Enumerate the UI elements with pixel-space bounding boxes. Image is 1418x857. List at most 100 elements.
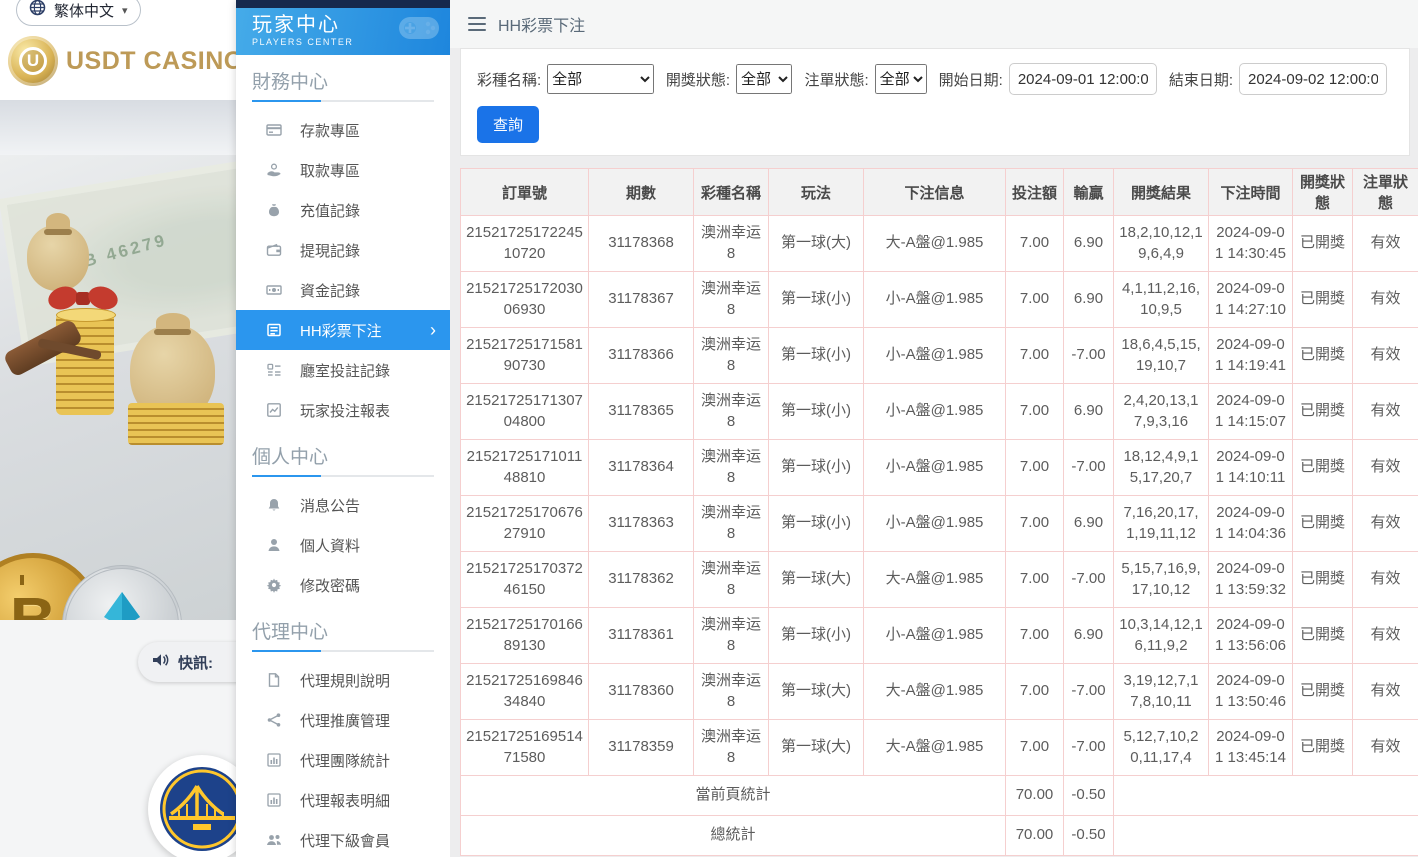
cell-order-status: 有效 <box>1352 439 1418 496</box>
sidebar-item-hh-lottery-bet[interactable]: HH彩票下注 › <box>236 310 450 350</box>
cell-bet-amount: 7.00 <box>1005 719 1064 776</box>
order-status-select[interactable]: 全部 <box>874 64 927 94</box>
quick-news-pill[interactable]: 快訊: <box>138 642 236 682</box>
table-header: 訂單號 期數 彩種名稱 玩法 下注信息 投注額 輸贏 開獎結果 下注時間 開獎狀態 注單狀態 <box>460 168 1418 216</box>
sidebar-item-change-password[interactable]: 修改密碼 <box>236 565 450 605</box>
sidebar-item-label: 代理推廣管理 <box>300 712 391 730</box>
summary-bet-amount: 70.00 <box>1005 775 1064 816</box>
sidebar-item-deposit-zone[interactable]: 存款專區 <box>236 110 450 150</box>
sidebar-item-funds-record[interactable]: 資金記錄 <box>236 270 450 310</box>
col-win-loss: 輸贏 <box>1063 168 1114 216</box>
sidebar-item-agent-report-detail[interactable]: 代理報表明細 <box>236 780 450 820</box>
sidebar-item-player-bet-report[interactable]: 玩家投注報表 <box>236 390 450 430</box>
cell-draw-result: 2,4,20,13,17,9,3,16 <box>1113 383 1209 440</box>
sidebar-item-room-bet-record[interactable]: 廳室投註記錄 <box>236 350 450 390</box>
table-row: 2152172517016689130 31178361 澳洲幸运8 第一球(小) 小-… <box>460 607 1418 664</box>
cell-bet-info: 小-A盤@1.985 <box>863 439 1006 496</box>
language-selector[interactable]: 繁体中文 ▾ <box>16 0 141 26</box>
cell-play-type: 第一球(小) <box>768 271 864 328</box>
left-top-bar: 繁体中文 ▾ U USDT CASINO <box>0 0 236 100</box>
stats-icon <box>266 752 284 768</box>
cell-bet-time: 2024-09-01 14:04:36 <box>1208 495 1293 552</box>
cell-play-type: 第一球(大) <box>768 551 864 608</box>
table-summary: 當前頁統計 70.00 -0.50 總統計 70.00 -0.50 <box>460 775 1418 856</box>
cell-lottery-name: 澳洲幸运8 <box>693 551 769 608</box>
sidebar-banner: 玩家中心 PLAYERS CENTER <box>236 8 450 55</box>
cell-bet-amount: 7.00 <box>1005 327 1064 384</box>
cell-play-type: 第一球(小) <box>768 607 864 664</box>
cell-lottery-name: 澳洲幸运8 <box>693 495 769 552</box>
cell-win-loss: 6.90 <box>1063 215 1114 272</box>
col-order-no: 訂單號 <box>460 168 589 216</box>
cell-lottery-name: 澳洲幸运8 <box>693 663 769 720</box>
share-icon <box>266 712 284 728</box>
draw-status-label: 開獎狀態: <box>665 71 731 89</box>
sidebar-item-withdrawal-record[interactable]: 提現記錄 <box>236 230 450 270</box>
cell-order-status: 有效 <box>1352 719 1418 776</box>
cell-order-no: 2152172517158190730 <box>460 327 589 384</box>
sidebar-item-label: 廳室投註記錄 <box>300 362 391 380</box>
cell-win-loss: -7.00 <box>1063 719 1114 776</box>
cell-lottery-name: 澳洲幸运8 <box>693 607 769 664</box>
sidebar-item-announcements[interactable]: 消息公告 <box>236 485 450 525</box>
left-promo-panel: 繁体中文 ▾ U USDT CASINO KB 46279 B ETH <box>0 0 236 857</box>
table-row: 2152172517067627910 31178363 澳洲幸运8 第一球(小) 小-… <box>460 495 1418 552</box>
cell-draw-result: 10,3,14,12,16,11,9,2 <box>1113 607 1209 664</box>
hamburger-menu-icon[interactable] <box>468 17 486 31</box>
filter-row: 彩種名稱: 全部 開獎狀態: 全部 注單狀態: 全部 開始日期: 結束日期: <box>477 63 1393 95</box>
start-date-input[interactable] <box>1008 63 1157 95</box>
sidebar-item-label: 代理規則說明 <box>300 672 391 690</box>
sidebar-item-label: 玩家投注報表 <box>300 402 391 420</box>
people-icon <box>266 832 284 848</box>
sidebar-item-profile[interactable]: 個人資料 <box>236 525 450 565</box>
cell-bet-amount: 7.00 <box>1005 439 1064 496</box>
brand-name: USDT CASINO <box>66 46 236 75</box>
cell-bet-info: 小-A盤@1.985 <box>863 271 1006 328</box>
summary-empty <box>1113 815 1418 856</box>
sidebar-item-agent-rules[interactable]: 代理規則說明 <box>236 660 450 700</box>
cell-order-no: 2152172517037246150 <box>460 551 589 608</box>
sidebar-item-agent-promotion[interactable]: 代理推廣管理 <box>236 700 450 740</box>
cell-bet-time: 2024-09-01 14:15:07 <box>1208 383 1293 440</box>
table-row: 2152172517037246150 31178362 澳洲幸运8 第一球(大) 大-… <box>460 551 1418 608</box>
cell-win-loss: 6.90 <box>1063 495 1114 552</box>
draw-status-select[interactable]: 全部 <box>736 64 793 94</box>
search-button[interactable]: 查詢 <box>477 106 540 143</box>
cell-period: 31178366 <box>588 327 694 384</box>
cell-order-status: 有效 <box>1352 383 1418 440</box>
summary-win-loss: -0.50 <box>1063 775 1114 816</box>
lottery-name-label: 彩種名稱: <box>477 71 542 89</box>
bet-table-wrap: 訂單號 期數 彩種名稱 玩法 下注信息 投注額 輸贏 開獎結果 下注時間 開獎狀態 注單狀態 215… <box>460 168 1418 856</box>
cell-order-status: 有效 <box>1352 271 1418 328</box>
summary-bet-amount: 70.00 <box>1005 815 1064 856</box>
coin-pile-graphic <box>128 403 224 445</box>
cell-play-type: 第一球(小) <box>768 495 864 552</box>
cell-draw-result: 18,6,4,5,15,19,10,7 <box>1113 327 1209 384</box>
summary-empty <box>1113 775 1418 816</box>
sidebar-item-agent-sub-members[interactable]: 代理下級會員 <box>236 820 450 857</box>
cell-bet-amount: 7.00 <box>1005 215 1064 272</box>
clipboard-icon <box>266 362 284 378</box>
cell-lottery-name: 澳洲幸运8 <box>693 215 769 272</box>
quick-news-label: 快訊: <box>178 654 213 672</box>
money-bag-icon <box>27 213 89 291</box>
cell-bet-info: 大-A盤@1.985 <box>863 215 1006 272</box>
sidebar-menu: 財務中心 存款專區 取款專區 充值記錄 提現記錄 資金記錄 HH彩票下注 › 廳室投註記錄 玩家投… <box>236 55 450 857</box>
cell-order-no: 2152172517067627910 <box>460 495 589 552</box>
bell-icon <box>266 497 284 513</box>
sidebar-item-agent-team-stats[interactable]: 代理團隊統計 <box>236 740 450 780</box>
end-date-input[interactable] <box>1239 63 1387 95</box>
lottery-name-select[interactable]: 全部 <box>547 64 654 94</box>
cell-draw-status: 已開獎 <box>1292 327 1353 384</box>
cell-lottery-name: 澳洲幸运8 <box>693 383 769 440</box>
sidebar-item-recharge-record[interactable]: 充值記錄 <box>236 190 450 230</box>
cell-bet-amount: 7.00 <box>1005 495 1064 552</box>
col-play-type: 玩法 <box>768 168 864 216</box>
cell-period: 31178359 <box>588 719 694 776</box>
col-order-status: 注單狀態 <box>1352 168 1418 216</box>
sidebar-item-label: 代理報表明細 <box>300 792 391 810</box>
cell-period: 31178361 <box>588 607 694 664</box>
sidebar-item-label: 修改密碼 <box>300 577 361 595</box>
summary-label: 總統計 <box>460 815 1006 856</box>
sidebar-item-withdraw-zone[interactable]: 取款專區 <box>236 150 450 190</box>
